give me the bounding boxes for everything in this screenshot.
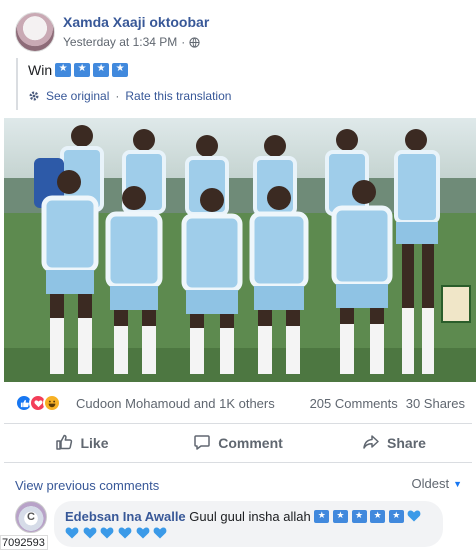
team-photo[interactable]	[4, 118, 476, 382]
comment-sort-label: Oldest	[411, 476, 450, 491]
caret-down-icon: ▼	[453, 478, 462, 489]
thumbs-up-icon	[55, 433, 73, 454]
engagement-counts: 205 Comments 30 Shares	[310, 396, 465, 411]
share-label: Share	[387, 435, 426, 451]
blue-heart-icon	[100, 526, 114, 539]
reaction-names[interactable]: Cudoon Mohamoud and 1K others	[76, 396, 275, 411]
post-header: Xamda Xaaji oktoobar Yesterday at 1:34 P…	[0, 0, 476, 60]
comment-button[interactable]: Comment	[160, 424, 316, 462]
somalia-flag-icon	[351, 509, 367, 523]
view-previous-comments-link[interactable]: View previous comments	[15, 478, 159, 493]
see-original-link[interactable]: See original	[46, 89, 109, 103]
blue-heart-icon	[153, 526, 167, 539]
comments-count[interactable]: 205 Comments	[310, 396, 398, 411]
somalia-flag-icon	[55, 62, 72, 77]
author-avatar[interactable]	[15, 12, 55, 52]
like-button[interactable]: Like	[4, 424, 160, 462]
translation-row: See original · Rate this translation	[28, 89, 231, 103]
like-label: Like	[80, 435, 109, 451]
post-action-bar: Like Comment Share	[4, 423, 472, 463]
somalia-flag-icon	[93, 62, 110, 77]
globe-icon[interactable]	[189, 36, 200, 48]
post-text: Win	[28, 62, 129, 78]
comment-text: Guul guul insha allah	[189, 509, 311, 524]
share-button[interactable]: Share	[316, 424, 472, 462]
share-arrow-icon	[362, 433, 380, 454]
blue-heart-icon	[65, 526, 79, 539]
somalia-flag-icon	[74, 62, 91, 77]
blue-heart-icon	[407, 509, 421, 522]
somalia-flag-icon	[370, 509, 386, 523]
author-name[interactable]: Xamda Xaaji oktoobar	[63, 14, 209, 30]
avatar-letter: C	[27, 511, 35, 523]
post-timestamp[interactable]: Yesterday at 1:34 PM	[63, 35, 177, 49]
comment-bubble-icon	[193, 433, 211, 454]
translation-separator: ·	[115, 89, 120, 103]
rate-translation-link[interactable]: Rate this translation	[125, 89, 231, 103]
commenter-avatar[interactable]: C	[15, 501, 47, 533]
shares-count[interactable]: 30 Shares	[406, 396, 465, 411]
somalia-flag-icon	[332, 509, 348, 523]
commenter-name[interactable]: Edebsan Ina Awalle	[65, 509, 186, 524]
comments-header: View previous comments Oldest ▼	[0, 473, 476, 497]
post-meta: Yesterday at 1:34 PM ·	[63, 35, 200, 49]
reaction-icons[interactable]	[15, 394, 61, 412]
somalia-flag-icon	[388, 509, 404, 523]
blue-heart-icon	[118, 526, 132, 539]
somalia-flag-icon	[314, 509, 330, 523]
comment-label: Comment	[218, 435, 283, 451]
meta-separator: ·	[181, 35, 186, 49]
somalia-flag-icon	[112, 62, 129, 77]
post-text-body: Win	[28, 62, 53, 78]
haha-reaction-icon	[43, 394, 61, 412]
blue-heart-icon	[136, 526, 150, 539]
blue-heart-icon	[83, 526, 97, 539]
comment-bubble: Edebsan Ina Awalle Guul guul insha allah	[54, 501, 443, 547]
translation-indicator-bar	[16, 58, 18, 110]
reactions-summary: Cudoon Mohamoud and 1K others 205 Commen…	[0, 388, 476, 416]
footer-id-label: 7092593	[0, 535, 48, 550]
gear-icon[interactable]	[28, 90, 40, 102]
comment-sort-dropdown[interactable]: Oldest ▼	[412, 476, 463, 491]
